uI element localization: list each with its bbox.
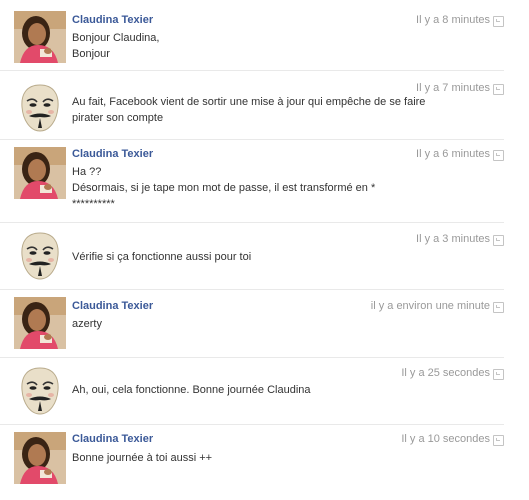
sender-name[interactable]: Claudina Texier <box>72 148 153 160</box>
message-line: Bonne journée à toi aussi ++ <box>72 452 213 464</box>
message-time: Il y a 25 secondes <box>401 367 490 379</box>
avatar-claudina[interactable] <box>14 147 66 199</box>
reply-icon[interactable] <box>493 369 504 380</box>
message-body: Ha ?? Désormais, si je tape mon mot de p… <box>72 164 432 212</box>
message-time: Il y a 7 minutes <box>416 82 490 94</box>
message-line: Ah, oui, cela fonctionne. Bonne journée … <box>72 384 311 396</box>
claudina-photo-icon <box>14 297 66 349</box>
message-body: Ah, oui, cela fonctionne. Bonne journée … <box>72 382 432 398</box>
reply-icon[interactable] <box>493 16 504 27</box>
message-item: Claudina Texier il y a environ une minut… <box>0 289 504 358</box>
message-line: Ha ?? <box>72 166 102 178</box>
message-item: Claudina Texier Il y a 10 secondes Bonne… <box>0 424 504 499</box>
reply-icon[interactable] <box>493 435 504 446</box>
message-item: Il y a 3 minutes Vérifie si ça fonctionn… <box>0 222 504 290</box>
message-time: il y a environ une minute <box>370 300 490 312</box>
message-time: Il y a 6 minutes <box>416 148 490 160</box>
sender-name[interactable]: Claudina Texier <box>72 14 153 26</box>
message-line: ********** <box>72 198 115 210</box>
avatar-claudina[interactable] <box>14 297 66 349</box>
message-body: Bonne journée à toi aussi ++ <box>72 450 432 466</box>
anonymous-mask-icon <box>14 230 66 282</box>
anonymous-mask-icon <box>14 365 66 417</box>
message-line: Vérifie si ça fonctionne aussi pour toi <box>72 251 252 263</box>
message-line: Au fait, Facebook vient de sortir une mi… <box>72 96 426 108</box>
avatar-anonymous[interactable] <box>14 82 66 134</box>
reply-icon[interactable] <box>493 235 504 246</box>
message-time: Il y a 3 minutes <box>416 233 490 245</box>
message-item: Il y a 25 secondes Ah, oui, cela fonctio… <box>0 357 504 425</box>
avatar-claudina[interactable] <box>14 432 66 484</box>
reply-icon[interactable] <box>493 150 504 161</box>
claudina-photo-icon <box>14 11 66 63</box>
message-line: Bonjour <box>72 48 110 60</box>
message-body: azerty <box>72 316 432 332</box>
message-body: Au fait, Facebook vient de sortir une mi… <box>72 94 432 126</box>
message-time: Il y a 8 minutes <box>416 14 490 26</box>
message-item: Il y a 7 minutes Au fait, Facebook vient… <box>0 70 504 140</box>
message-line: azerty <box>72 318 102 330</box>
claudina-photo-icon <box>14 432 66 484</box>
message-item: Claudina Texier Il y a 6 minutes Ha ?? D… <box>0 139 504 223</box>
avatar-claudina[interactable] <box>14 11 66 63</box>
anonymous-mask-icon <box>14 82 66 134</box>
avatar-anonymous[interactable] <box>14 365 66 417</box>
sender-name[interactable]: Claudina Texier <box>72 300 153 312</box>
reply-icon[interactable] <box>493 84 504 95</box>
message-line: Désormais, si je tape mon mot de passe, … <box>72 182 376 194</box>
reply-icon[interactable] <box>493 302 504 313</box>
message-line: pirater son compte <box>72 112 164 124</box>
message-body: Bonjour Claudina, Bonjour <box>72 30 432 62</box>
sender-name[interactable]: Claudina Texier <box>72 433 153 445</box>
claudina-photo-icon <box>14 147 66 199</box>
message-thread: Claudina Texier Il y a 8 minutes Bonjour… <box>0 0 529 500</box>
avatar-anonymous[interactable] <box>14 230 66 282</box>
message-time: Il y a 10 secondes <box>401 433 490 445</box>
message-line: Bonjour Claudina, <box>72 32 160 44</box>
message-item: Claudina Texier Il y a 8 minutes Bonjour… <box>0 0 504 71</box>
message-body: Vérifie si ça fonctionne aussi pour toi <box>72 249 432 265</box>
